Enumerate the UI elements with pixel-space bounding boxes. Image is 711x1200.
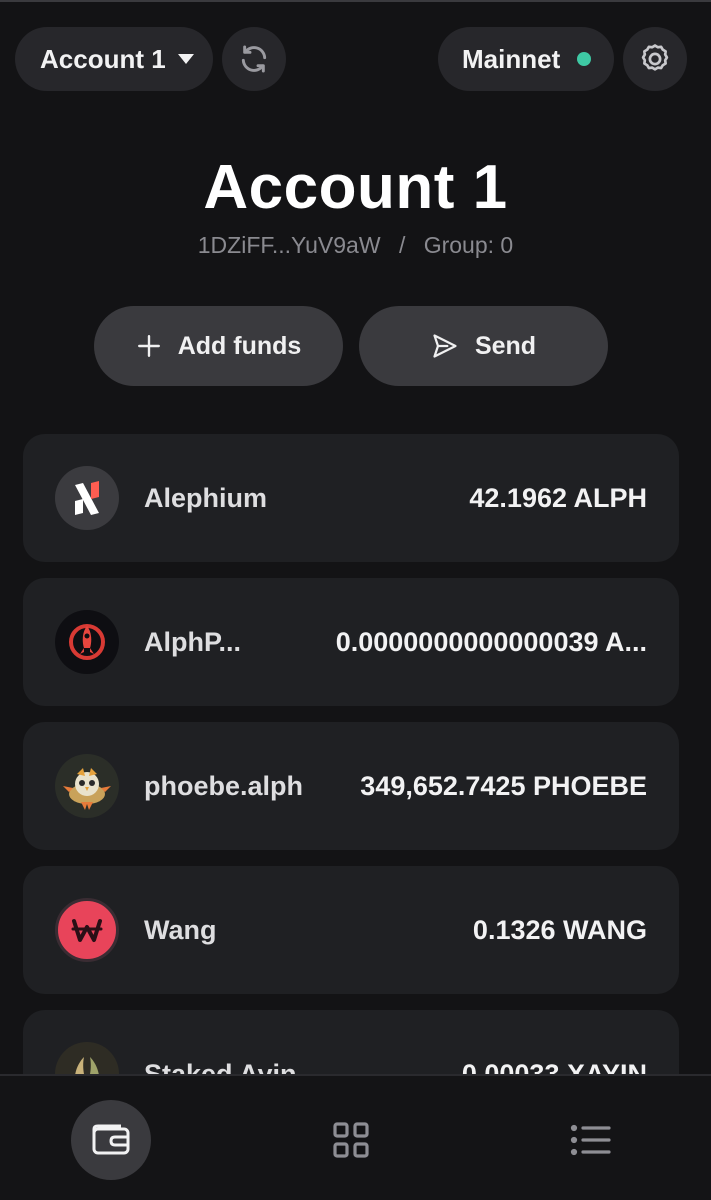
add-funds-button[interactable]: Add funds [94,306,343,386]
token-name: Staked Ayin [144,1058,297,1075]
top-border [0,0,711,2]
network-selector[interactable]: Mainnet [438,27,614,91]
account-group: Group: 0 [423,232,514,258]
network-status-dot [577,52,592,66]
token-name: Wang [144,914,217,945]
nav-apps[interactable] [311,1100,391,1180]
token-amount: 0.00033 XAYIN [461,1058,647,1075]
alphpad-rocket-logo-icon [55,610,119,674]
token-row-alphpad[interactable]: AlphP... 0.0000000000000039 A... [23,578,679,706]
account-selector[interactable]: Account 1 [15,27,213,91]
activity-list-icon [570,1124,611,1156]
token-row-phoebe[interactable]: phoebe.alph 349,652.7425 PHOEBE [23,722,679,850]
gear-icon [641,44,669,71]
token-amount: 0.0000000000000039 A... [335,626,647,657]
bottom-navigation [0,1074,711,1200]
xayin-logo-icon [55,1042,119,1074]
token-amount: 42.1962 ALPH [469,482,647,513]
token-list: Alephium 42.1962 ALPH AlphP... 0.0000000… [23,434,679,1074]
apps-grid-icon [333,1122,369,1158]
account-title: Account 1 [203,153,508,222]
token-row-staked-ayin[interactable]: Staked Ayin 0.00033 XAYIN [23,1010,679,1074]
refresh-button[interactable] [222,27,286,91]
account-address[interactable]: 1DZiFF...YuV9aW [198,232,381,259]
token-amount: 0.1326 WANG [472,914,647,945]
nav-wallet[interactable] [71,1100,151,1180]
caret-down-icon [177,54,194,64]
wang-logo-icon [55,898,119,962]
token-name: phoebe.alph [144,770,304,801]
token-row-alephium[interactable]: Alephium 42.1962 ALPH [23,434,679,562]
token-row-wang[interactable]: Wang 0.1326 WANG [23,866,679,994]
network-label: Mainnet [462,43,561,74]
plus-icon [137,335,160,357]
account-subtitle: 1DZiFF...YuV9aW / Group: 0 [0,232,711,259]
refresh-icon [241,45,267,73]
send-button[interactable]: Send [359,306,608,386]
alephium-logo-icon [55,466,119,530]
nav-activity[interactable] [551,1100,631,1180]
add-funds-label: Add funds [177,331,302,360]
phoebe-bird-logo-icon [55,754,119,818]
send-label: Send [474,331,537,360]
token-amount: 349,652.7425 PHOEBE [360,770,647,801]
token-name: AlphP... [144,626,242,657]
wallet-icon [92,1124,130,1155]
token-name: Alephium [144,482,268,513]
subtitle-separator: / [398,232,406,258]
settings-button[interactable] [623,27,687,91]
account-selector-label: Account 1 [40,43,166,74]
send-icon [433,334,457,358]
